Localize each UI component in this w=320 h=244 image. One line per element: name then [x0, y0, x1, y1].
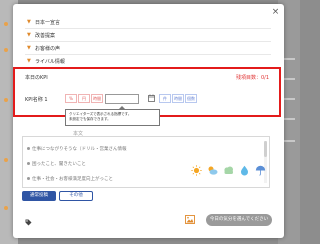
partly-cloudy-icon[interactable] [207, 165, 218, 176]
cloudy-icon[interactable] [223, 165, 234, 176]
kpi-remaining-count: 残項目数：0/1 [236, 75, 270, 81]
unit-button-hours[interactable]: 時間 [91, 94, 103, 103]
unit-button-yen[interactable]: 円 [78, 94, 90, 103]
scrollbar-thumb[interactable] [264, 141, 267, 157]
prompt-text: 仕事・社会・お客様満足度向上がっこと [32, 177, 113, 182]
chevron-down-icon: ▼ [27, 58, 31, 64]
chevron-down-icon: ▼ [27, 19, 31, 25]
kpi-value-input[interactable] [105, 94, 139, 104]
calendar-icon [148, 94, 155, 102]
background-dot [4, 158, 8, 162]
prompt-text: 仕事につながりそうな（ドリル・営業さん情報 [32, 147, 127, 152]
chevron-down-icon: ▼ [27, 45, 31, 51]
image-upload-icon[interactable] [185, 215, 195, 224]
submit-button[interactable]: 今日の気分を選んでください [206, 214, 272, 226]
kpi-name-label: KPI名称 1 [25, 97, 48, 103]
report-body-textarea[interactable]: 仕事につながりそうな（ドリル・営業さん情報 困ったこと、聞きたいこと 仕事・社会… [22, 136, 270, 188]
accordion-label: 日本一宣言 [35, 20, 61, 26]
tooltip-line: 未設定でも保存できます。 [69, 117, 111, 121]
close-icon[interactable]: × [271, 8, 280, 17]
umbrella-icon[interactable] [255, 165, 266, 176]
bullet-icon [27, 177, 30, 180]
prompt-line: 仕事・社会・お客様満足度向上がっこと [27, 176, 113, 182]
report-modal: × ▼ 日本一宣言 ▼ 改善提案 ▼ お客様の声 ▼ ライバル情報 本日のKPI… [13, 4, 284, 238]
background-dot [4, 98, 8, 102]
bullet-icon [27, 147, 30, 150]
chevron-down-icon: ▼ [27, 32, 31, 38]
tab-other[interactable]: その他 [59, 191, 93, 201]
unit-button-time[interactable]: 時間 [172, 94, 184, 103]
tab-normal-post[interactable]: 通常投稿 [22, 191, 56, 201]
accordion-label: お客様の声 [35, 46, 61, 52]
background-dot [4, 48, 8, 52]
accordion-item[interactable]: ▼ 日本一宣言 [25, 16, 271, 29]
background-dot [4, 206, 8, 210]
prompt-line: 困ったこと、聞きたいこと [27, 161, 86, 167]
tooltip-arrow [118, 106, 126, 110]
unit-button-count[interactable]: 件 [159, 94, 171, 103]
accordion-item[interactable]: ▼ 改善提案 [25, 29, 271, 42]
accordion-item[interactable]: ▼ お客様の声 [25, 42, 271, 55]
sunny-icon[interactable] [191, 165, 202, 176]
prompt-line: 仕事につながりそうな（ドリル・営業さん情報 [27, 146, 127, 152]
unit-button-percent[interactable]: % [65, 94, 77, 103]
accordion-label: ライバル情報 [35, 59, 65, 65]
bullet-icon [27, 162, 30, 165]
tag-icon[interactable] [25, 219, 32, 226]
prompt-text: 困ったこと、聞きたいこと [32, 162, 86, 167]
rain-icon[interactable] [239, 165, 250, 176]
background-dot [4, 22, 8, 26]
kpi-title: 本日のKPI [25, 75, 48, 81]
unit-button-pieces[interactable]: 個数 [185, 94, 197, 103]
kpi-tooltip: クリエイターズで表示される指標です。 未設定でも保存できます。 [65, 106, 160, 126]
accordion-label: 改善提案 [35, 33, 56, 39]
